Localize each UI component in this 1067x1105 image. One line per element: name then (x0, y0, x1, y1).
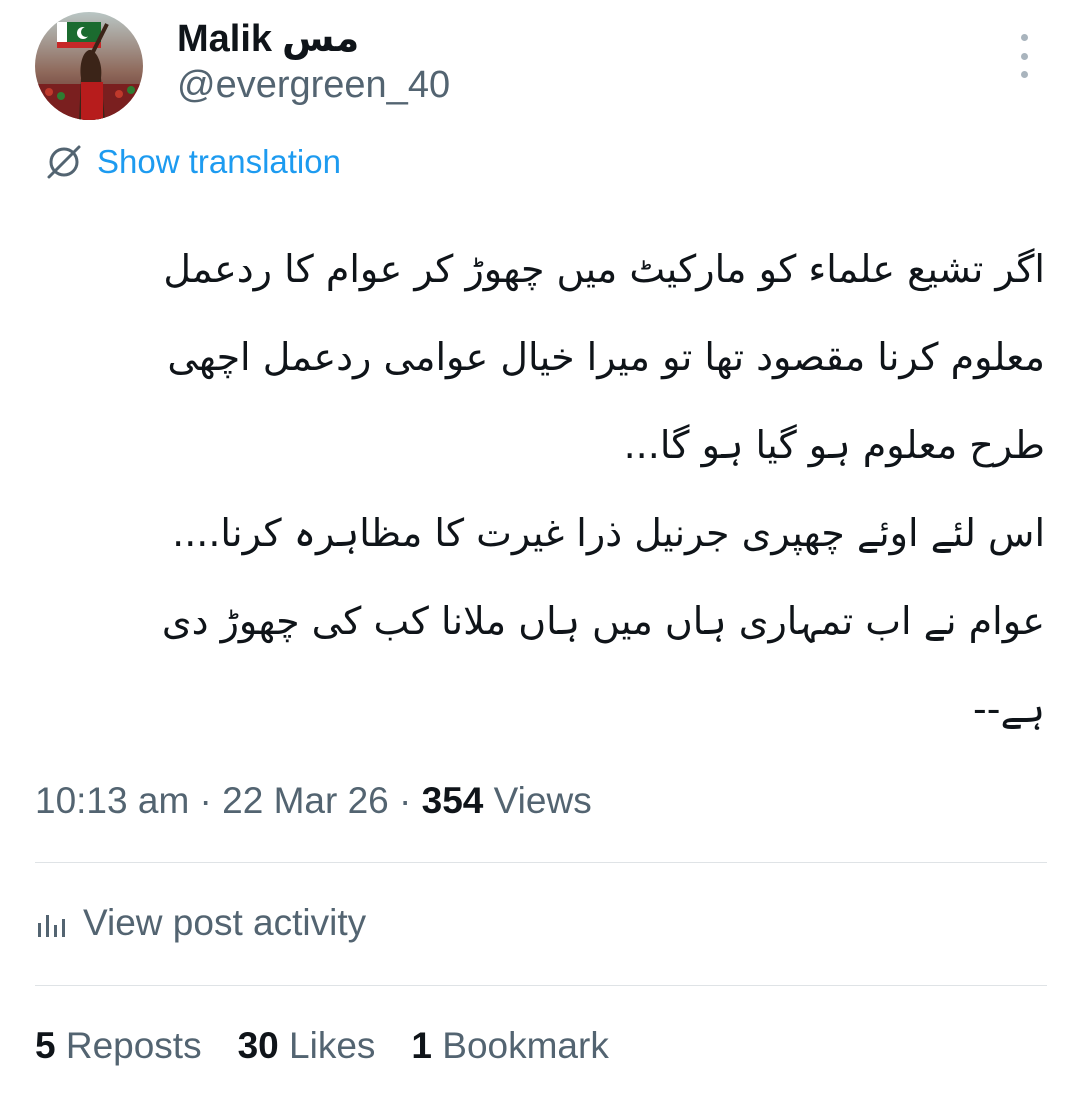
view-post-activity-button[interactable]: View post activity (35, 902, 366, 944)
reposts-stat[interactable]: 5 Reposts (35, 1025, 202, 1067)
views-label: Views (483, 780, 592, 821)
post-line: اس لئے اوئے چھپری جرنیل ذرا غیرت کا مظاہ… (172, 511, 1045, 555)
likes-stat[interactable]: 30 Likes (238, 1025, 376, 1067)
post-line: معلوم کرنا مقصود تھا تو میرا خیال عوامی … (167, 335, 1045, 379)
post-line: طرح معلوم ہو گیا ہو گا... (623, 423, 1045, 467)
more-options-icon[interactable] (1010, 34, 1038, 78)
reposts-label: Reposts (55, 1025, 202, 1066)
meta-separator: · (189, 780, 223, 821)
author-display-name[interactable]: Malik (177, 18, 272, 61)
divider (35, 862, 1047, 863)
post-line: ہے-- (973, 687, 1045, 731)
bookmarks-count: 1 (411, 1025, 432, 1066)
post-text: اگر تشیع علماء کو مارکیٹ میں چھوڑ کر عوا… (40, 225, 1045, 753)
author-handle[interactable]: @evergreen_40 (177, 64, 450, 107)
meta-separator: · (388, 780, 422, 821)
show-translation-button[interactable]: Show translation (45, 143, 341, 181)
bookmarks-stat[interactable]: 1 Bookmark (411, 1025, 608, 1067)
likes-count: 30 (237, 1025, 279, 1066)
likes-label: Likes (278, 1025, 376, 1066)
view-post-activity-label: View post activity (83, 902, 367, 943)
post-line: عوام نے اب تمہاری ہاں میں ہاں ملانا کب ک… (161, 599, 1045, 643)
post-stats: 5 Reposts 30 Likes 1 Bookmark (35, 1025, 609, 1067)
post-time[interactable]: 10:13 am (35, 780, 189, 821)
bar-chart-icon (38, 915, 65, 937)
avatar[interactable] (35, 12, 143, 120)
show-translation-label: Show translation (97, 143, 341, 180)
divider (35, 985, 1047, 986)
bookmarks-label: Bookmark (431, 1025, 609, 1066)
views-count: 354 (421, 780, 484, 821)
no-translate-icon (47, 145, 81, 179)
reposts-count: 5 (35, 1025, 56, 1066)
post-line: اگر تشیع علماء کو مارکیٹ میں چھوڑ کر عوا… (163, 247, 1045, 291)
post-date[interactable]: 22 Mar 26 (222, 780, 389, 821)
author-name-suffix[interactable]: مس (282, 16, 359, 60)
avatar-image (35, 12, 143, 120)
post-meta: 10:13 am · 22 Mar 26 · 354 Views (35, 780, 592, 822)
